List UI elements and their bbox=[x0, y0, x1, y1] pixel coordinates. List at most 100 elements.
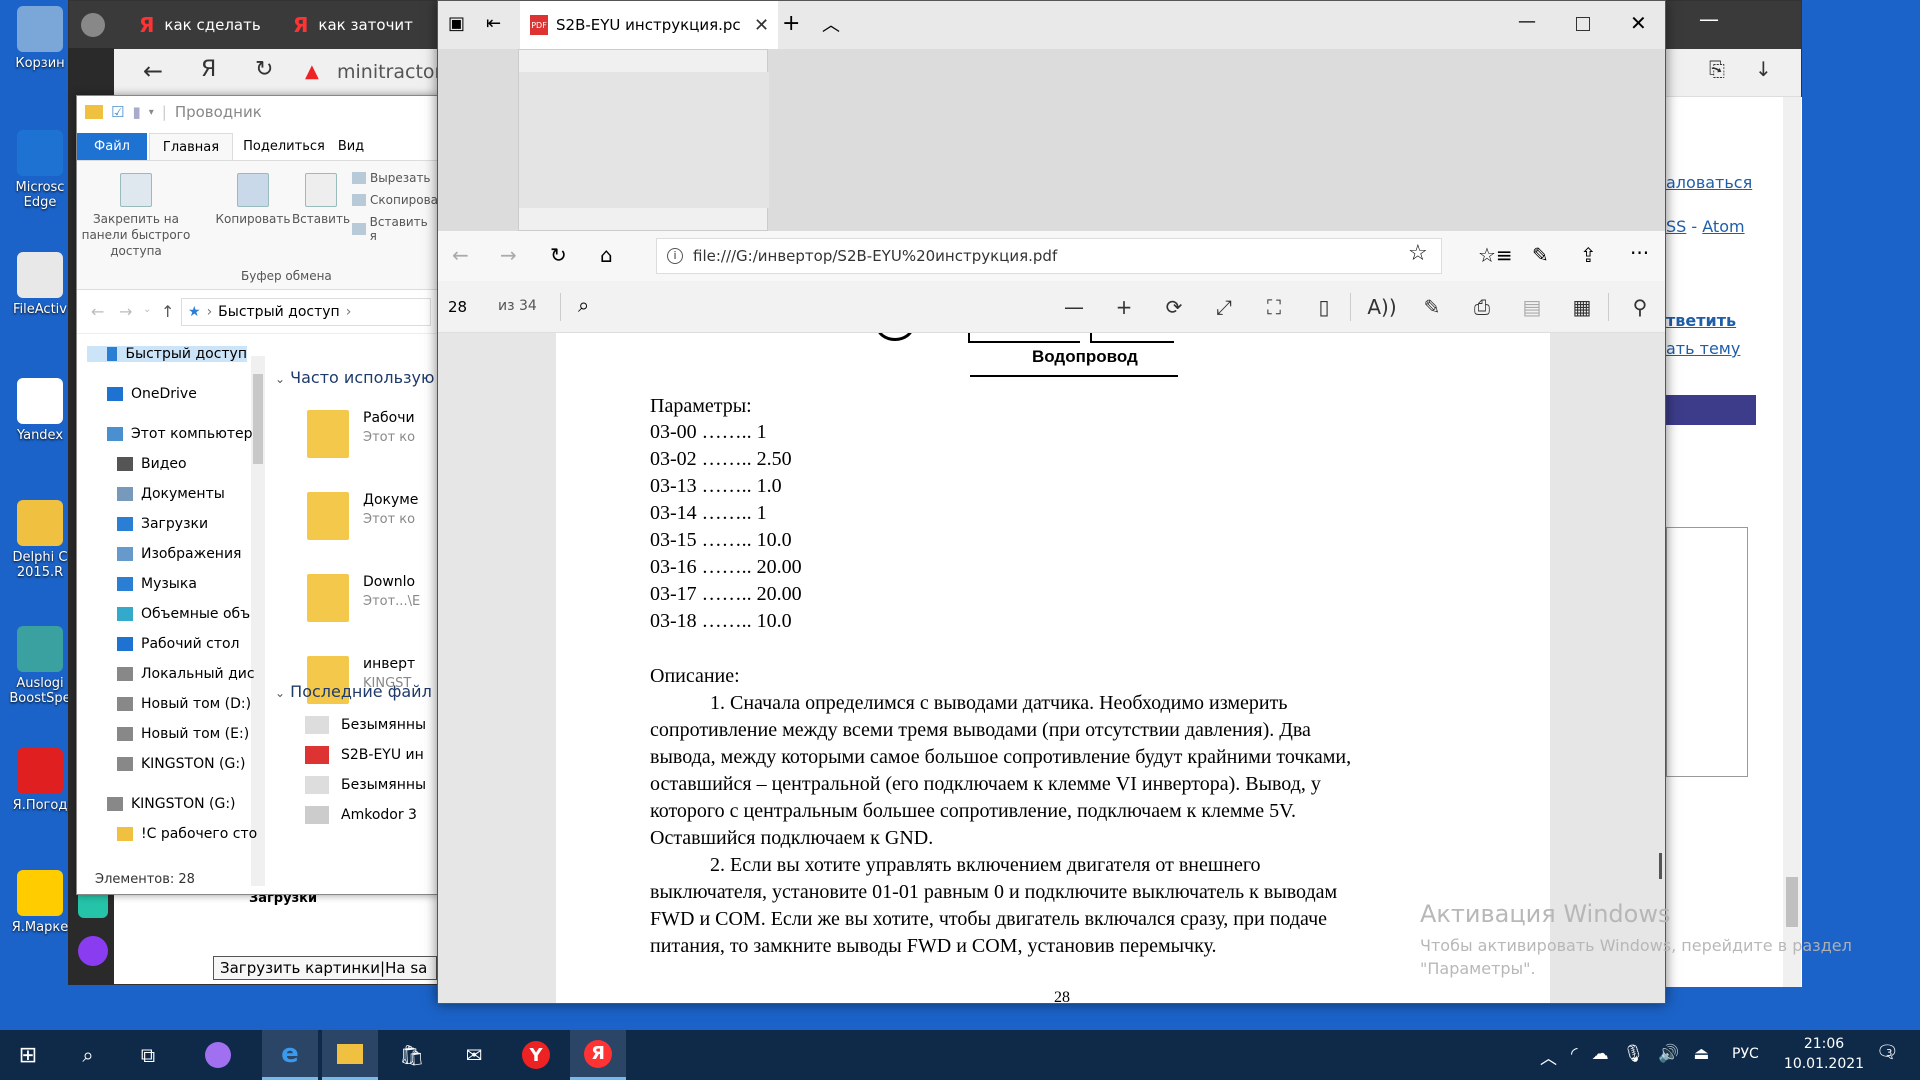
paste-shortcut-button[interactable]: Вставить я bbox=[352, 215, 437, 243]
nav-item[interactable]: KINGSTON (G:) bbox=[117, 756, 246, 772]
pen-icon[interactable]: ✎ bbox=[1532, 243, 1549, 267]
tab-home[interactable]: Главная bbox=[149, 133, 233, 160]
chevron-up-icon[interactable]: ︿ bbox=[822, 11, 840, 37]
atom-link[interactable]: Atom bbox=[1702, 217, 1744, 236]
zoom-in-icon[interactable]: + bbox=[1104, 281, 1144, 333]
maximize-icon[interactable] bbox=[1576, 17, 1590, 31]
reload-icon[interactable]: ↻ bbox=[550, 243, 567, 267]
reload-icon[interactable]: ↻ bbox=[255, 57, 273, 82]
nav-item[interactable]: Изображения bbox=[117, 546, 241, 562]
chevron-up-icon[interactable]: ︿ bbox=[1540, 1044, 1557, 1069]
address-text[interactable]: minitractor bbox=[337, 61, 442, 83]
alice-icon[interactable] bbox=[78, 936, 108, 966]
page-number-input[interactable]: 28 bbox=[448, 295, 478, 319]
yandex-tab-2[interactable]: Якак заточит bbox=[279, 7, 419, 43]
nav-scrollbar[interactable] bbox=[251, 356, 265, 886]
taskbar-alice[interactable] bbox=[190, 1030, 246, 1080]
search-icon[interactable]: ⌕ bbox=[578, 293, 589, 317]
scroll-thumb[interactable] bbox=[253, 374, 263, 464]
yandex-tab-1[interactable]: Якак сделать bbox=[125, 7, 265, 43]
forum-link-complain[interactable]: аловаться bbox=[1666, 173, 1752, 192]
minimize-icon[interactable]: — bbox=[1518, 11, 1536, 32]
nav-item[interactable]: Новый том (D:) bbox=[117, 696, 251, 712]
nav-item[interactable]: OneDrive bbox=[107, 386, 197, 402]
back-icon[interactable]: ← bbox=[91, 302, 104, 321]
nav-item[interactable]: Рабочий стол bbox=[117, 636, 240, 652]
fit-page-icon[interactable]: ⤢ bbox=[1204, 281, 1244, 333]
start-button[interactable]: ⊞ bbox=[0, 1030, 56, 1080]
nav-item[interactable]: KINGSTON (G:) bbox=[107, 796, 236, 812]
forward-icon[interactable]: → bbox=[500, 243, 517, 267]
copy-button[interactable]: Копировать bbox=[215, 173, 291, 227]
favorites-icon[interactable]: ☆≡ bbox=[1478, 243, 1513, 267]
taskbar-store[interactable]: 🛍 bbox=[384, 1030, 440, 1080]
copy-path-button[interactable]: Скопирова bbox=[352, 193, 438, 207]
paste-button[interactable]: Вставить bbox=[291, 173, 351, 227]
draw-icon[interactable]: ✎ bbox=[1412, 281, 1452, 333]
breadcrumb[interactable]: ★ › Быстрый доступ › bbox=[181, 298, 431, 326]
nav-item[interactable]: Музыка bbox=[117, 576, 197, 592]
search-button[interactable]: ⌕ bbox=[60, 1030, 116, 1080]
info-icon[interactable]: i bbox=[667, 248, 683, 264]
frequent-header[interactable]: ⌄ Часто использую bbox=[275, 368, 434, 387]
onedrive-icon[interactable]: ☁ bbox=[1592, 1044, 1609, 1069]
nav-item[interactable]: Быстрый доступ bbox=[87, 346, 247, 362]
tab-file[interactable]: Файл bbox=[77, 133, 147, 160]
nav-item[interactable]: Локальный дис bbox=[117, 666, 255, 682]
tab-view[interactable]: Вид bbox=[331, 133, 371, 160]
language-indicator[interactable]: РУС bbox=[1732, 1046, 1759, 1062]
page-view-icon[interactable]: ▯ bbox=[1304, 281, 1344, 333]
zoom-out-icon[interactable]: — bbox=[1054, 281, 1094, 333]
forum-new-topic-link[interactable]: ать тему bbox=[1666, 339, 1740, 358]
taskbar-mail[interactable]: ✉ bbox=[446, 1030, 502, 1080]
edge-tab-active[interactable]: PDF S2B-EYU инструкция.pc ✕ bbox=[520, 1, 778, 49]
new-tab-icon[interactable]: + bbox=[782, 11, 800, 36]
usb-icon[interactable]: ⏏ bbox=[1693, 1044, 1709, 1069]
yandex-scrollbar[interactable] bbox=[1783, 97, 1801, 987]
read-aloud-icon[interactable]: A)) bbox=[1362, 281, 1402, 333]
profile-icon[interactable] bbox=[81, 13, 105, 37]
cut-button[interactable]: Вырезать bbox=[352, 171, 431, 185]
recent-file-item[interactable]: S2B-EYU ин bbox=[305, 746, 424, 764]
rotate-icon[interactable]: ⟳ bbox=[1154, 281, 1194, 333]
recent-file-item[interactable]: Amkodor 3 bbox=[305, 806, 417, 824]
nav-item[interactable]: Видео bbox=[117, 456, 187, 472]
rss-link[interactable]: SS bbox=[1666, 217, 1686, 236]
chevron-down-icon[interactable]: ▾ bbox=[149, 107, 154, 118]
chevron-down-icon[interactable]: ⌄ bbox=[143, 304, 151, 315]
recent-file-item[interactable]: Безымянны bbox=[305, 776, 426, 794]
taskbar-edge[interactable]: e bbox=[262, 1030, 318, 1080]
fullscreen-icon[interactable]: ⛶ bbox=[1254, 281, 1294, 333]
taskbar-yandex[interactable]: Я bbox=[570, 1030, 626, 1080]
taskbar-explorer[interactable] bbox=[322, 1030, 378, 1080]
network-icon[interactable]: ◜ bbox=[1571, 1044, 1578, 1069]
pin-icon[interactable]: ▮ bbox=[132, 103, 140, 121]
back-icon[interactable]: ← bbox=[452, 243, 469, 267]
pdf-scrollbar[interactable] bbox=[1659, 853, 1662, 879]
nav-item[interactable]: Этот компьютер bbox=[107, 426, 253, 442]
taskbar-yandex-browser[interactable]: Y bbox=[508, 1030, 564, 1080]
close-tab-icon[interactable]: ✕ bbox=[754, 15, 769, 36]
forum-upload-button[interactable]: Загрузить картинки|На sa bbox=[213, 956, 437, 980]
print-icon[interactable]: ⎙ bbox=[1462, 281, 1502, 333]
yandex-home-icon[interactable]: Я bbox=[201, 57, 216, 82]
pin-quick-access-button[interactable]: Закрепить на панели быстрого доступа bbox=[81, 173, 191, 259]
recent-file-item[interactable]: Безымянны bbox=[305, 716, 426, 734]
forum-textarea[interactable] bbox=[1666, 527, 1748, 777]
set-tabs-aside-icon[interactable]: ⇤ bbox=[486, 13, 501, 34]
back-icon[interactable]: ← bbox=[143, 57, 163, 85]
clock[interactable]: 21:06 10.01.2021 bbox=[1782, 1036, 1866, 1072]
forum-reply-link[interactable]: тветить bbox=[1666, 311, 1736, 330]
tab-preview-icon[interactable]: ▣ bbox=[448, 13, 465, 34]
nav-item[interactable]: Новый том (E:) bbox=[117, 726, 249, 742]
forward-icon[interactable]: → bbox=[119, 302, 132, 321]
pin-toolbar-icon[interactable]: ⚲ bbox=[1620, 281, 1660, 333]
microphone-icon[interactable]: 🎙 bbox=[1623, 1044, 1645, 1069]
checkbox-icon[interactable]: ☑ bbox=[111, 103, 124, 121]
close-icon[interactable]: ✕ bbox=[1630, 11, 1647, 35]
tab-share[interactable]: Поделиться bbox=[239, 133, 329, 160]
url-field[interactable]: i file:///G:/инвертор/S2B-EYU%20инструкц… bbox=[656, 238, 1442, 274]
nav-item[interactable]: Объемные объ bbox=[117, 606, 250, 622]
task-view-button[interactable]: ⧉ bbox=[120, 1030, 176, 1080]
share-icon[interactable]: ⇪ bbox=[1580, 243, 1597, 267]
